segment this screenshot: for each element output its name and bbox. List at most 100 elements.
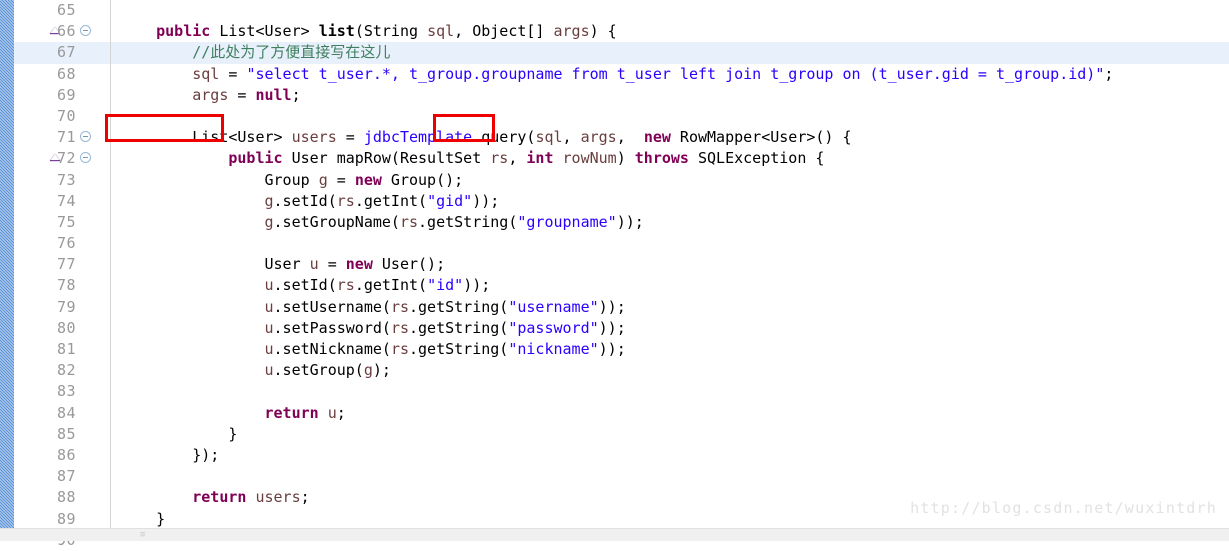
code-line[interactable]: sql = "select t_user.*, t_group.groupnam… bbox=[111, 64, 1229, 85]
token-param: rs bbox=[336, 191, 355, 210]
gutter-row: 82 bbox=[14, 360, 110, 381]
token-param: args bbox=[553, 22, 590, 41]
token-string: "username" bbox=[508, 297, 599, 316]
token-local-var: g bbox=[363, 361, 373, 380]
token-param: rs bbox=[490, 149, 509, 168]
code-line[interactable]: List<User> users = jdbcTemplate.query(sq… bbox=[111, 127, 1229, 148]
token-local-var: u bbox=[264, 297, 274, 316]
line-number: 78 bbox=[56, 276, 76, 295]
token-string: "gid" bbox=[427, 191, 473, 210]
gutter-row: 76 bbox=[14, 233, 110, 254]
code-line[interactable]: return u; bbox=[111, 403, 1229, 424]
token-param: args bbox=[192, 85, 229, 104]
token-param: args bbox=[580, 128, 617, 147]
gutter-row: 78 bbox=[14, 275, 110, 296]
gutter-row: 83 bbox=[14, 381, 110, 402]
code-line[interactable] bbox=[111, 466, 1229, 487]
line-number: 82 bbox=[56, 361, 76, 380]
token-keyword: public bbox=[156, 22, 211, 41]
line-number-gutter[interactable]: 65 66 67 68 69 70 71 72 73 74 75 76 77 7… bbox=[14, 0, 111, 549]
annotation-change-strip[interactable] bbox=[0, 0, 14, 528]
code-line[interactable]: User u = new User(); bbox=[111, 254, 1229, 275]
code-line-current[interactable]: //此处为了方便直接写在这儿 bbox=[111, 42, 1229, 64]
gutter-row: 87 bbox=[14, 466, 110, 487]
token-param: rowNum bbox=[562, 149, 617, 168]
gutter-row: 65 bbox=[14, 0, 110, 21]
code-line[interactable]: u.setNickname(rs.getString("nickname")); bbox=[111, 339, 1229, 360]
gutter-row: 84 bbox=[14, 403, 110, 424]
code-line[interactable] bbox=[111, 0, 1229, 21]
gutter-row: 79 bbox=[14, 297, 110, 318]
token-local-var: g bbox=[264, 191, 274, 210]
code-line[interactable]: u.setUsername(rs.getString("username")); bbox=[111, 297, 1229, 318]
token-local-var: g bbox=[264, 212, 274, 231]
line-number: 67 bbox=[56, 43, 76, 62]
fold-collapse-icon[interactable] bbox=[80, 152, 91, 164]
token-local-var: u bbox=[264, 276, 274, 295]
code-line[interactable]: } bbox=[111, 424, 1229, 445]
resize-grip-icon: ≡ bbox=[140, 530, 146, 540]
gutter-row: 74 bbox=[14, 191, 110, 212]
token-local-var: u bbox=[264, 340, 274, 358]
gutter-row: 70 bbox=[14, 106, 110, 127]
line-number: 76 bbox=[56, 234, 76, 253]
code-line[interactable]: }); bbox=[111, 445, 1229, 466]
gutter-row: 89 bbox=[14, 509, 110, 530]
line-number: 80 bbox=[56, 318, 76, 337]
token-local-var: u bbox=[264, 361, 274, 380]
code-line[interactable]: public User mapRow(ResultSet rs, int row… bbox=[111, 148, 1229, 169]
code-line[interactable]: u.setId(rs.getInt("id")); bbox=[111, 275, 1229, 296]
gutter-row: 69 bbox=[14, 85, 110, 106]
token-local-var: u bbox=[327, 403, 337, 422]
line-number: 74 bbox=[56, 191, 76, 210]
token-field: jdbcTemplate bbox=[363, 128, 473, 147]
token-string: "password" bbox=[508, 318, 599, 337]
line-number: 86 bbox=[56, 445, 76, 464]
token-param: sql bbox=[427, 22, 455, 41]
token-param: rs bbox=[399, 212, 419, 231]
token-keyword: new bbox=[643, 128, 671, 147]
gutter-row: 73 bbox=[14, 170, 110, 191]
line-number: 87 bbox=[56, 467, 76, 486]
code-line[interactable]: u.setGroup(g); bbox=[111, 360, 1229, 381]
code-line[interactable]: public List<User> list(String sql, Objec… bbox=[111, 21, 1229, 42]
token-local-var: users bbox=[255, 488, 301, 507]
line-number: 88 bbox=[56, 488, 76, 507]
token-comment: //此处为了方便直接写在这儿 bbox=[192, 43, 391, 62]
code-line[interactable] bbox=[111, 381, 1229, 402]
line-number: 66 bbox=[56, 22, 76, 41]
line-number: 65 bbox=[56, 1, 76, 19]
code-line[interactable]: g.setGroupName(rs.getString("groupname")… bbox=[111, 212, 1229, 233]
code-editor[interactable]: 65 66 67 68 69 70 71 72 73 74 75 76 77 7… bbox=[0, 0, 1229, 549]
token-local-var: users bbox=[291, 128, 337, 147]
line-number: 68 bbox=[56, 64, 76, 83]
line-number: 83 bbox=[56, 382, 76, 401]
line-number: 75 bbox=[56, 212, 76, 231]
gutter-row: 72 bbox=[14, 148, 110, 169]
code-line[interactable] bbox=[111, 233, 1229, 254]
code-line[interactable]: u.setPassword(rs.getString("password")); bbox=[111, 318, 1229, 339]
token-keyword: return bbox=[264, 403, 319, 422]
token-string: "nickname" bbox=[508, 340, 599, 358]
code-line[interactable]: Group g = new Group(); bbox=[111, 170, 1229, 191]
token-local-var: u bbox=[264, 318, 274, 337]
token-param: sql bbox=[535, 128, 563, 147]
line-number: 70 bbox=[56, 106, 76, 125]
code-line[interactable] bbox=[111, 106, 1229, 127]
code-line[interactable]: args = null; bbox=[111, 85, 1229, 106]
line-number: 85 bbox=[56, 424, 76, 443]
fold-collapse-icon[interactable] bbox=[80, 131, 91, 143]
gutter-row: 85 bbox=[14, 424, 110, 445]
code-text-area[interactable]: public List<User> list(String sql, Objec… bbox=[111, 0, 1229, 528]
gutter-row: 86 bbox=[14, 445, 110, 466]
line-number: 81 bbox=[56, 340, 76, 358]
code-line[interactable]: g.setId(rs.getInt("gid")); bbox=[111, 191, 1229, 212]
token-local-var: g bbox=[318, 170, 328, 189]
bottom-status-bar[interactable]: ≡ bbox=[0, 528, 1229, 541]
token-keyword: throws bbox=[634, 149, 689, 168]
token-string: "id" bbox=[427, 276, 464, 295]
token-keyword: return bbox=[192, 488, 247, 507]
gutter-row: 80 bbox=[14, 318, 110, 339]
fold-collapse-icon[interactable] bbox=[80, 25, 91, 37]
gutter-row: 68 bbox=[14, 64, 110, 85]
